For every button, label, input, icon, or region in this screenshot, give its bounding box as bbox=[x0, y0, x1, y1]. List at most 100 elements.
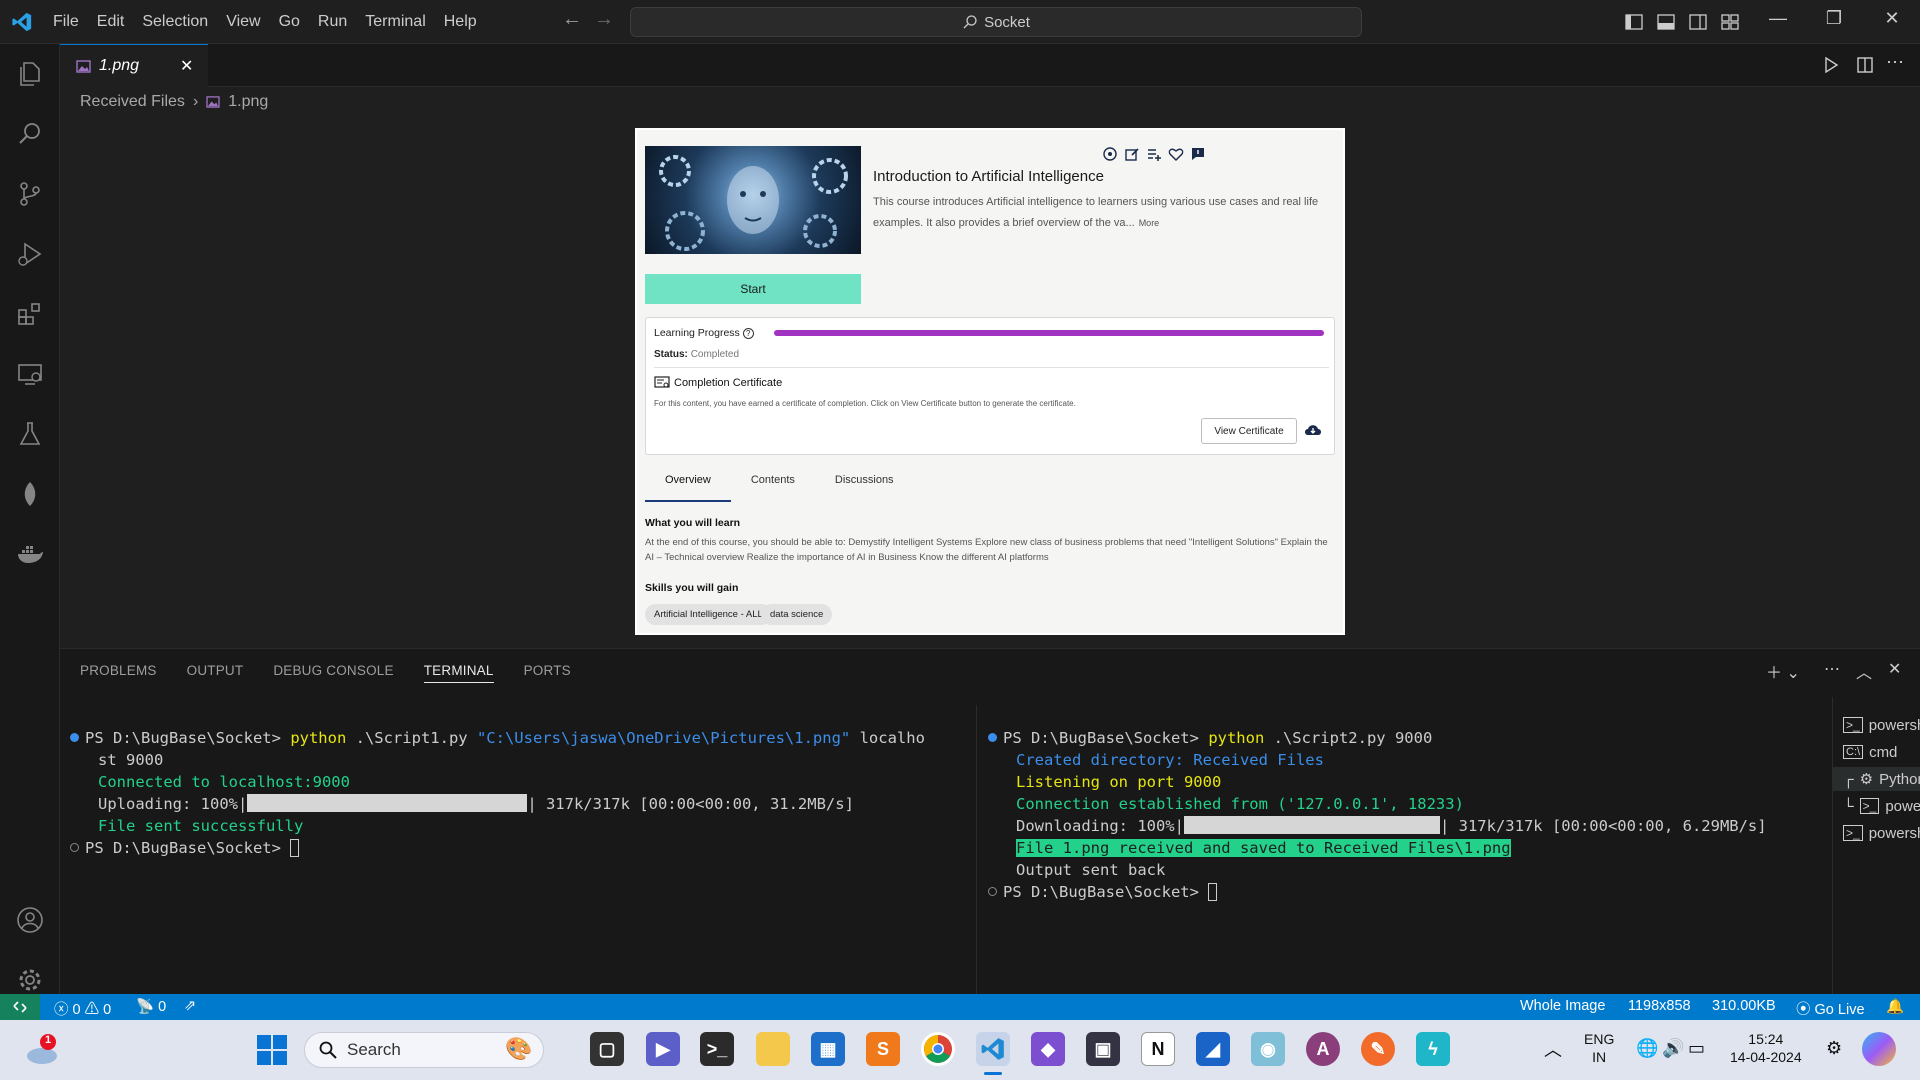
more-actions-icon[interactable]: ⋯ bbox=[1886, 52, 1904, 73]
skill-chip[interactable]: data science bbox=[761, 604, 833, 625]
tab-debug-console[interactable]: DEBUG CONSOLE bbox=[273, 663, 393, 683]
more-link[interactable]: More bbox=[1139, 218, 1160, 228]
terminal-list-item[interactable]: ┌ ⚙ Python D... bbox=[1833, 767, 1920, 791]
back-arrow-icon[interactable]: ← bbox=[556, 8, 588, 31]
vscode-taskbar-icon[interactable] bbox=[976, 1032, 1010, 1066]
microsoft-store-icon[interactable]: ▦ bbox=[811, 1032, 845, 1066]
copilot-icon[interactable] bbox=[1862, 1032, 1896, 1066]
tab-overview[interactable]: Overview bbox=[645, 468, 731, 502]
live-share-icon[interactable]: ⇗ bbox=[184, 998, 196, 1014]
menu-run[interactable]: Run bbox=[309, 7, 356, 37]
network-globe-icon[interactable]: 🌐 bbox=[1636, 1038, 1658, 1059]
teams-chat-icon[interactable]: ▶ bbox=[646, 1032, 680, 1066]
new-terminal-icon[interactable]: ＋ ⌄ bbox=[1766, 659, 1800, 683]
problems-status[interactable]: ⓧ 0 ⚠ 0 bbox=[54, 998, 111, 1019]
restore-icon[interactable]: ❐ bbox=[1814, 8, 1854, 29]
battery-icon[interactable]: ▭ bbox=[1688, 1038, 1705, 1059]
edit-note-icon[interactable] bbox=[1124, 146, 1140, 162]
customize-layout-icon[interactable] bbox=[1720, 12, 1740, 32]
focus-settings-icon[interactable]: ⚙ bbox=[1826, 1038, 1842, 1059]
task-view-icon[interactable]: ▢ bbox=[590, 1032, 624, 1066]
breadcrumb-folder[interactable]: Received Files bbox=[80, 93, 185, 111]
settings-gear-icon[interactable] bbox=[12, 962, 48, 998]
taskbar-search[interactable]: Search 🎨 bbox=[304, 1032, 544, 1068]
testing-icon[interactable] bbox=[12, 416, 48, 452]
weather-widget-icon[interactable]: 1 bbox=[24, 1034, 60, 1066]
toggle-primary-sidebar-icon[interactable] bbox=[1624, 12, 1644, 32]
maximize-panel-icon[interactable]: ︿ bbox=[1856, 659, 1872, 683]
menu-selection[interactable]: Selection bbox=[133, 7, 217, 37]
feedback-icon[interactable] bbox=[1190, 146, 1206, 162]
tab-1png[interactable]: 1.png ✕ bbox=[60, 44, 208, 87]
wireshark-icon[interactable]: ◢ bbox=[1196, 1032, 1230, 1066]
terminal-list-item[interactable]: └ >_ powershell bbox=[1843, 794, 1920, 818]
breadcrumb-file[interactable]: 1.png bbox=[228, 93, 268, 111]
terminal-right[interactable]: PS D:\BugBase\Socket> python .\Script2.p… bbox=[988, 705, 1767, 925]
toggle-panel-icon[interactable] bbox=[1656, 12, 1676, 32]
terminal-list-item[interactable]: >_ powershell bbox=[1843, 713, 1920, 737]
virtualbox-icon[interactable]: ▣ bbox=[1086, 1032, 1120, 1066]
explorer-icon[interactable] bbox=[12, 56, 48, 92]
go-live-button[interactable]: ⦿ Go Live bbox=[1796, 998, 1865, 1019]
extensions-icon[interactable] bbox=[12, 296, 48, 332]
chrome-icon[interactable] bbox=[921, 1032, 955, 1066]
menu-terminal[interactable]: Terminal bbox=[356, 7, 434, 37]
terminal-app-icon[interactable]: >_ bbox=[700, 1032, 734, 1066]
clock[interactable]: 15:24 14-04-2024 bbox=[1730, 1030, 1802, 1066]
more-actions-icon[interactable]: ⋯ bbox=[1824, 659, 1840, 679]
tab-ports[interactable]: PORTS bbox=[524, 663, 571, 683]
kotlin-app-icon[interactable]: A bbox=[1306, 1032, 1340, 1066]
view-certificate-button[interactable]: View Certificate bbox=[1201, 418, 1297, 444]
sublime-text-icon[interactable]: S bbox=[866, 1032, 900, 1066]
skill-chip[interactable]: Artificial Intelligence - ALL bbox=[645, 604, 772, 625]
obsidian-icon[interactable]: ◆ bbox=[1031, 1032, 1065, 1066]
search-sidebar-icon[interactable] bbox=[12, 116, 48, 152]
notifications-bell-icon[interactable]: 🔔 bbox=[1886, 998, 1904, 1015]
menu-view[interactable]: View bbox=[217, 7, 269, 37]
whole-image-status[interactable]: Whole Image bbox=[1520, 998, 1605, 1014]
heart-icon[interactable] bbox=[1168, 146, 1184, 162]
tray-chevron-up-icon[interactable]: ︿ bbox=[1544, 1036, 1562, 1062]
forward-arrow-icon[interactable]: → bbox=[588, 8, 620, 31]
target-icon[interactable] bbox=[1102, 146, 1118, 162]
toggle-secondary-sidebar-icon[interactable] bbox=[1688, 12, 1708, 32]
menu-edit[interactable]: Edit bbox=[88, 7, 134, 37]
ports-status[interactable]: 📡 0 bbox=[136, 998, 166, 1015]
minimize-icon[interactable]: — bbox=[1758, 8, 1798, 29]
eye-app-icon[interactable]: ◉ bbox=[1251, 1032, 1285, 1066]
windows-start-icon[interactable] bbox=[256, 1034, 288, 1066]
run-icon[interactable] bbox=[1822, 56, 1840, 74]
terminal-left[interactable]: PS D:\BugBase\Socket> python .\Script1.p… bbox=[70, 705, 925, 881]
terminal-list-item[interactable]: C:\ cmd bbox=[1843, 740, 1897, 764]
tab-problems[interactable]: PROBLEMS bbox=[80, 663, 157, 683]
terminal-list-item[interactable]: >_ powershell bbox=[1843, 821, 1920, 845]
run-debug-icon[interactable] bbox=[12, 236, 48, 272]
volume-icon[interactable]: 🔊 bbox=[1662, 1038, 1684, 1059]
notion-icon[interactable]: N bbox=[1141, 1032, 1175, 1066]
playlist-add-icon[interactable] bbox=[1146, 146, 1162, 162]
cloud-download-icon[interactable] bbox=[1304, 422, 1322, 438]
split-editor-icon[interactable] bbox=[1856, 56, 1874, 74]
start-button[interactable]: Start bbox=[645, 274, 861, 304]
tab-output[interactable]: OUTPUT bbox=[187, 663, 244, 683]
tab-discussions[interactable]: Discussions bbox=[815, 468, 914, 502]
remote-indicator-icon[interactable] bbox=[0, 994, 40, 1020]
help-circle-icon[interactable]: ? bbox=[742, 328, 754, 339]
source-control-icon[interactable] bbox=[12, 176, 48, 212]
docker-icon[interactable] bbox=[12, 536, 48, 572]
close-window-icon[interactable]: ✕ bbox=[1872, 8, 1912, 29]
tab-terminal[interactable]: TERMINAL bbox=[423, 663, 494, 683]
close-panel-icon[interactable]: ✕ bbox=[1888, 659, 1901, 679]
command-center-search[interactable]: Socket bbox=[630, 7, 1362, 37]
menu-go[interactable]: Go bbox=[270, 7, 309, 37]
postman-icon[interactable]: ✎ bbox=[1361, 1032, 1395, 1066]
remote-explorer-icon[interactable] bbox=[12, 356, 48, 392]
close-tab-icon[interactable]: ✕ bbox=[180, 56, 193, 76]
menu-file[interactable]: File bbox=[44, 7, 88, 37]
accounts-icon[interactable] bbox=[12, 902, 48, 938]
bolt-app-icon[interactable]: ϟ bbox=[1416, 1032, 1450, 1066]
input-language[interactable]: ENG IN bbox=[1584, 1030, 1614, 1066]
menu-help[interactable]: Help bbox=[435, 7, 486, 37]
tab-contents[interactable]: Contents bbox=[731, 468, 815, 502]
mongodb-leaf-icon[interactable] bbox=[12, 476, 48, 512]
